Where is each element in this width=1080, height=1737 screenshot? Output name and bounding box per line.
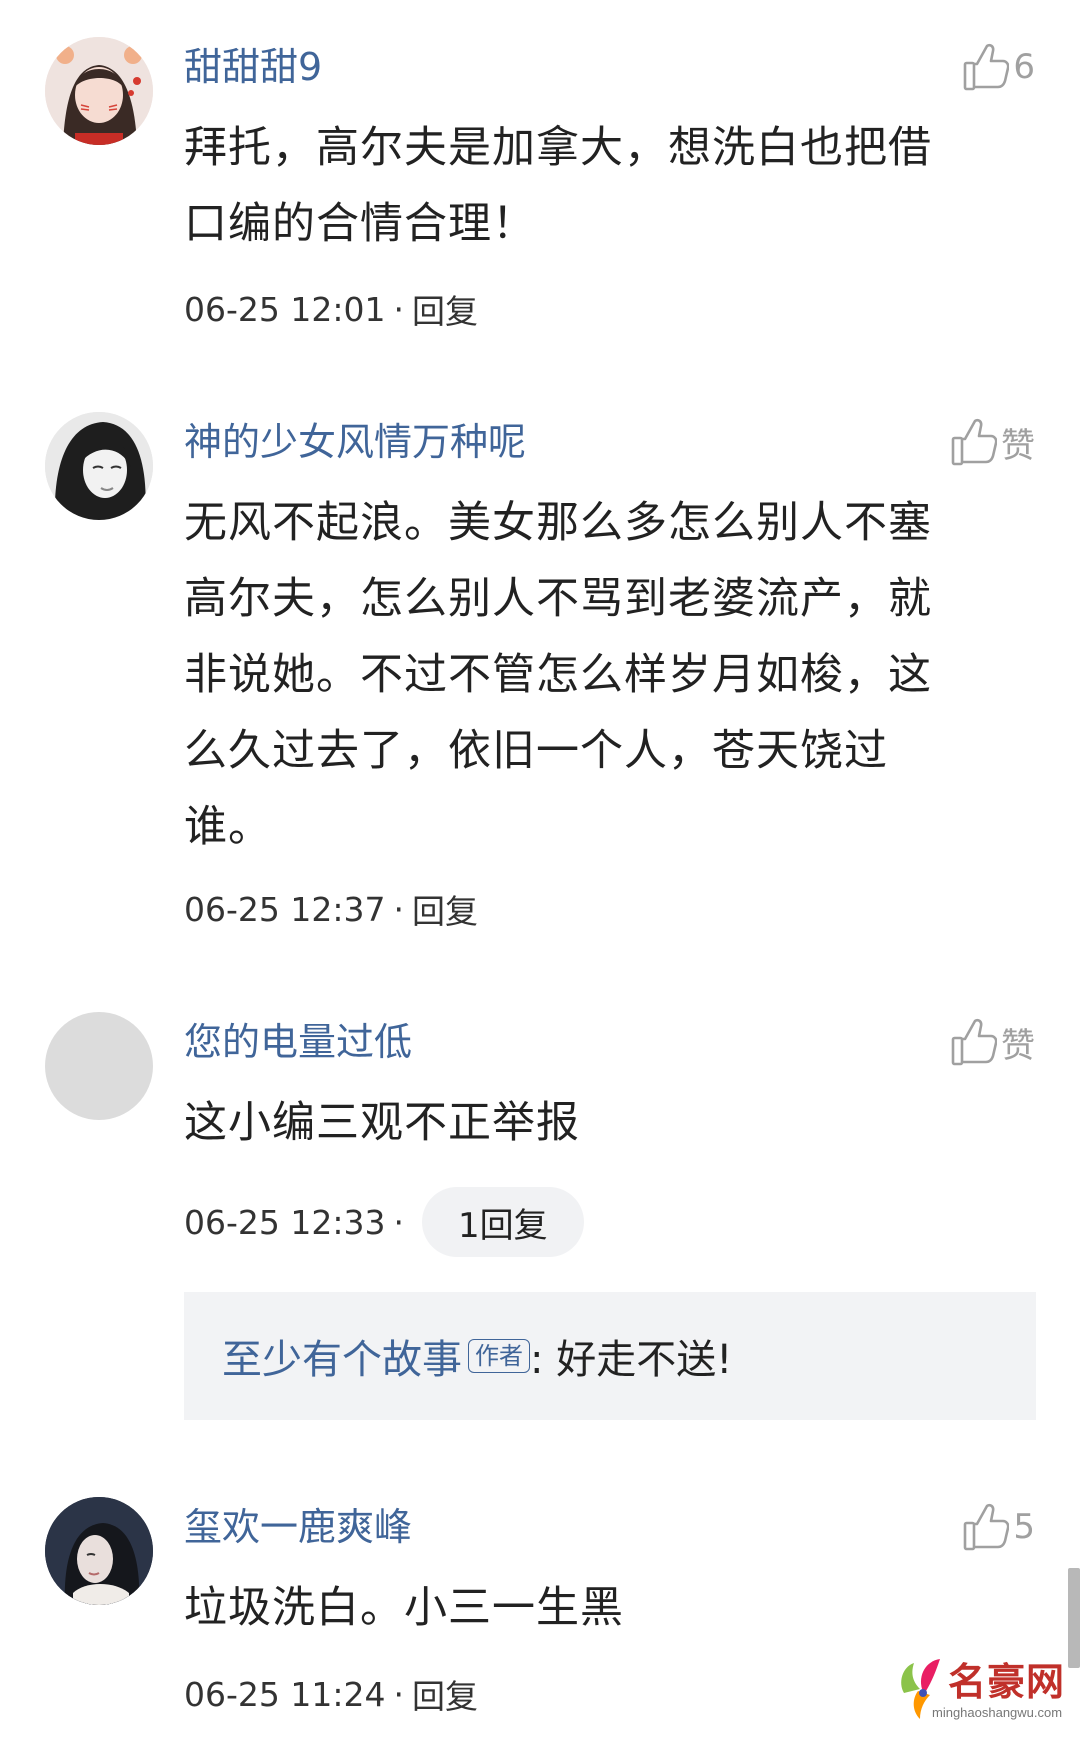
- comment-text-line: 垃圾洗白。小三一生黑: [184, 1583, 624, 1633]
- comment-text: 垃圾洗白。小三一生黑: [184, 1570, 1004, 1646]
- username[interactable]: 甜甜甜9: [184, 48, 322, 86]
- view-replies-button[interactable]: 1回复: [421, 1187, 584, 1257]
- like-count: 6: [1013, 47, 1035, 87]
- sub-reply-username[interactable]: 至少有个故事: [222, 1327, 462, 1385]
- sub-reply-text: : 好走不送!: [530, 1337, 733, 1383]
- separator: ·: [393, 1202, 404, 1242]
- timestamp: 06-25 11:24: [184, 1674, 386, 1714]
- comment-text-line: 口编的合情合理！: [184, 199, 536, 249]
- timestamp: 06-25 12:33: [184, 1202, 386, 1242]
- comment-text-line: 无风不起浪。美女那么多怎么别人不塞: [184, 498, 932, 548]
- watermark: 名豪网 minghaoshangwu.com: [896, 1649, 1066, 1729]
- separator: ·: [393, 889, 404, 929]
- author-badge: 作者: [468, 1339, 530, 1373]
- like-button[interactable]: 5: [963, 1499, 1035, 1555]
- reply-button[interactable]: 回复: [412, 285, 478, 333]
- comment-text-line: 非说她。不过不管怎么样岁月如梭，这: [184, 650, 932, 700]
- like-label: 赞: [1001, 1025, 1035, 1066]
- thumbs-up-icon: [951, 418, 997, 466]
- comment-text-line: 谁。: [184, 802, 272, 852]
- timestamp: 06-25 12:37: [184, 889, 386, 929]
- timestamp: 06-25 12:01: [184, 289, 386, 329]
- comment-meta: 06-25 11:24 · 回复: [184, 1670, 478, 1718]
- reply-button[interactable]: 回复: [412, 1670, 478, 1718]
- comment-text-line: 拜托，高尔夫是加拿大，想洗白也把借: [184, 123, 932, 173]
- comment-meta: 06-25 12:37 · 回复: [184, 885, 478, 933]
- avatar[interactable]: [45, 37, 153, 145]
- comment-meta: 06-25 12:33 · 1回复: [184, 1187, 584, 1257]
- comment-text: 拜托，高尔夫是加拿大，想洗白也把借 口编的合情合理！: [184, 110, 1004, 262]
- comment-text-line: 这小编三观不正举报: [184, 1098, 580, 1148]
- sub-reply[interactable]: 至少有个故事 作者 : 好走不送!: [184, 1292, 1036, 1420]
- comment-text: 无风不起浪。美女那么多怎么别人不塞 高尔夫，怎么别人不骂到老婆流产，就 非说她。…: [184, 485, 1004, 865]
- separator: ·: [393, 289, 404, 329]
- avatar[interactable]: [45, 412, 153, 520]
- thumbs-up-icon: [951, 1018, 997, 1066]
- watermark-domain: minghaoshangwu.com: [932, 1705, 1063, 1720]
- comment-text-line: 么久过去了，依旧一个人，苍天饶过: [184, 726, 888, 776]
- like-button[interactable]: 赞: [951, 414, 1035, 470]
- username[interactable]: 玺欢一鹿爽峰: [184, 1508, 412, 1546]
- avatar[interactable]: [45, 1012, 153, 1120]
- like-button[interactable]: 6: [963, 39, 1035, 95]
- comment-meta: 06-25 12:01 · 回复: [184, 285, 478, 333]
- watermark-name: 名豪网: [948, 1660, 1066, 1704]
- like-label: 赞: [1001, 425, 1035, 466]
- thumbs-up-icon: [964, 1503, 1010, 1551]
- comment-text-line: 高尔夫，怎么别人不骂到老婆流产，就: [184, 574, 932, 624]
- avatar[interactable]: [45, 1497, 153, 1605]
- thumbs-up-icon: [964, 43, 1010, 91]
- username[interactable]: 您的电量过低: [184, 1023, 412, 1061]
- scrollbar[interactable]: [1068, 1568, 1080, 1668]
- separator: ·: [393, 1674, 404, 1714]
- username[interactable]: 神的少女风情万种呢: [184, 423, 526, 461]
- like-count: 5: [1013, 1507, 1035, 1547]
- like-button[interactable]: 赞: [951, 1014, 1035, 1070]
- reply-button[interactable]: 回复: [412, 885, 478, 933]
- comment-text: 这小编三观不正举报: [184, 1085, 1004, 1161]
